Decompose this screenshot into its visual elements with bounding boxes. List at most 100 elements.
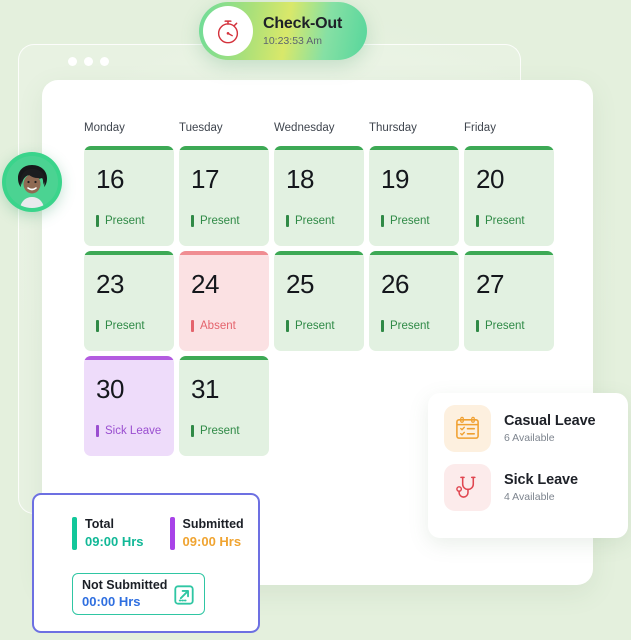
- day-number: 24: [191, 269, 219, 299]
- leave-item-casual[interactable]: Casual Leave 6 Available: [444, 405, 628, 452]
- avatar-image: [6, 156, 58, 208]
- status-tick: [476, 320, 479, 332]
- day-status-bar: [84, 146, 174, 150]
- calendar-day-cell[interactable]: 25 Present: [274, 251, 364, 351]
- day-status-bar: [274, 146, 364, 150]
- status-label: Present: [390, 320, 430, 332]
- calendar-day-cell[interactable]: 24 Absent: [179, 251, 269, 351]
- leave-balance-panel: Casual Leave 6 Available Sick Leave 4 Av…: [428, 393, 628, 538]
- status-tick: [381, 320, 384, 332]
- status-label: Present: [105, 320, 145, 332]
- day-header-wednesday: Wednesday: [274, 122, 335, 134]
- day-number: 16: [96, 164, 124, 194]
- day-number: 27: [476, 269, 504, 299]
- day-number: 25: [286, 269, 314, 299]
- day-status: Present: [476, 215, 525, 227]
- check-out-title: Check-Out: [263, 14, 343, 32]
- day-number: 23: [96, 269, 124, 299]
- status-label: Present: [390, 215, 430, 227]
- day-status-bar: [464, 251, 554, 255]
- day-status-bar: [179, 251, 269, 255]
- day-status: Present: [191, 425, 240, 437]
- calendar-day-cell[interactable]: 31 Present: [179, 356, 269, 456]
- day-number: 26: [381, 269, 409, 299]
- status-label: Present: [295, 320, 335, 332]
- calendar-day-cell[interactable]: 19 Present: [369, 146, 459, 246]
- status-tick: [286, 320, 289, 332]
- window-dot-2: [84, 57, 93, 66]
- submitted-value: 09:00 Hrs: [182, 533, 242, 549]
- status-tick: [191, 320, 194, 332]
- window-dot-1: [68, 57, 77, 66]
- not-submitted-button[interactable]: Not Submitted 00:00 Hrs: [72, 573, 205, 615]
- hours-summary-card: Total 09:00 Hrs Submitted 09:00 Hrs Not …: [32, 493, 260, 633]
- total-label: Total: [85, 517, 114, 531]
- calendar-day-cell[interactable]: 16 Present: [84, 146, 174, 246]
- day-header-tuesday: Tuesday: [179, 122, 223, 134]
- leave-name: Sick Leave: [504, 471, 578, 488]
- day-status-bar: [464, 146, 554, 150]
- day-status-bar: [369, 146, 459, 150]
- leave-available: 6 Available: [504, 432, 555, 444]
- day-number: 19: [381, 164, 409, 194]
- calendar-day-cell[interactable]: 30 Sick Leave: [84, 356, 174, 456]
- summary-total: Total 09:00 Hrs: [72, 517, 144, 550]
- calendar-day-headers: Monday Tuesday Wednesday Thursday Friday: [84, 122, 556, 134]
- submitted-label: Submitted: [182, 517, 244, 531]
- day-header-thursday: Thursday: [369, 122, 417, 134]
- status-label: Present: [295, 215, 335, 227]
- day-number: 30: [96, 374, 124, 404]
- day-status: Present: [191, 215, 240, 227]
- calendar-day-cell[interactable]: 18 Present: [274, 146, 364, 246]
- day-status: Present: [96, 320, 145, 332]
- day-header-friday: Friday: [464, 122, 496, 134]
- day-status: Present: [381, 215, 430, 227]
- status-tick: [476, 215, 479, 227]
- submitted-accent-bar: [169, 517, 175, 550]
- check-out-time: 10:23:53 Am: [263, 35, 322, 48]
- day-status: Present: [286, 215, 335, 227]
- calendar-day-cell[interactable]: 20 Present: [464, 146, 554, 246]
- day-number: 18: [286, 164, 314, 194]
- calendar-day-cell[interactable]: 27 Present: [464, 251, 554, 351]
- status-tick: [191, 425, 194, 437]
- stopwatch-icon: [203, 6, 253, 56]
- avatar[interactable]: [2, 152, 62, 212]
- status-tick: [381, 215, 384, 227]
- not-submitted-label: Not Submitted: [82, 577, 168, 592]
- total-accent-bar: [72, 517, 77, 550]
- status-label: Sick Leave: [105, 425, 162, 437]
- not-submitted-value: 00:00 Hrs: [82, 594, 141, 610]
- day-status: Present: [96, 215, 145, 227]
- status-label: Present: [200, 425, 240, 437]
- day-status: Absent: [191, 320, 236, 332]
- export-external-link-icon[interactable]: [173, 584, 195, 611]
- total-value: 09:00 Hrs: [85, 533, 144, 549]
- status-tick: [96, 425, 99, 437]
- day-status-bar: [274, 251, 364, 255]
- day-status-bar: [179, 356, 269, 360]
- day-status-bar: [84, 251, 174, 255]
- summary-submitted: Submitted 09:00 Hrs: [169, 517, 244, 550]
- status-tick: [191, 215, 194, 227]
- day-number: 20: [476, 164, 504, 194]
- calendar-day-cell[interactable]: 23 Present: [84, 251, 174, 351]
- status-label: Present: [200, 215, 240, 227]
- day-number: 31: [191, 374, 219, 404]
- leave-available: 4 Available: [504, 491, 555, 503]
- day-status: Present: [381, 320, 430, 332]
- calendar-checklist-icon: [444, 405, 491, 452]
- window-dot-3: [100, 57, 109, 66]
- status-tick: [96, 320, 99, 332]
- day-status: Sick Leave: [96, 425, 161, 437]
- leave-item-sick[interactable]: Sick Leave 4 Available: [444, 464, 628, 511]
- day-status-bar: [84, 356, 174, 360]
- status-label: Absent: [200, 320, 236, 332]
- calendar-day-cell[interactable]: 17 Present: [179, 146, 269, 246]
- status-tick: [96, 215, 99, 227]
- status-label: Present: [485, 320, 525, 332]
- status-tick: [286, 215, 289, 227]
- window-control-dots: [68, 57, 109, 66]
- calendar-day-cell[interactable]: 26 Present: [369, 251, 459, 351]
- check-out-button[interactable]: Check-Out 10:23:53 Am: [199, 2, 367, 60]
